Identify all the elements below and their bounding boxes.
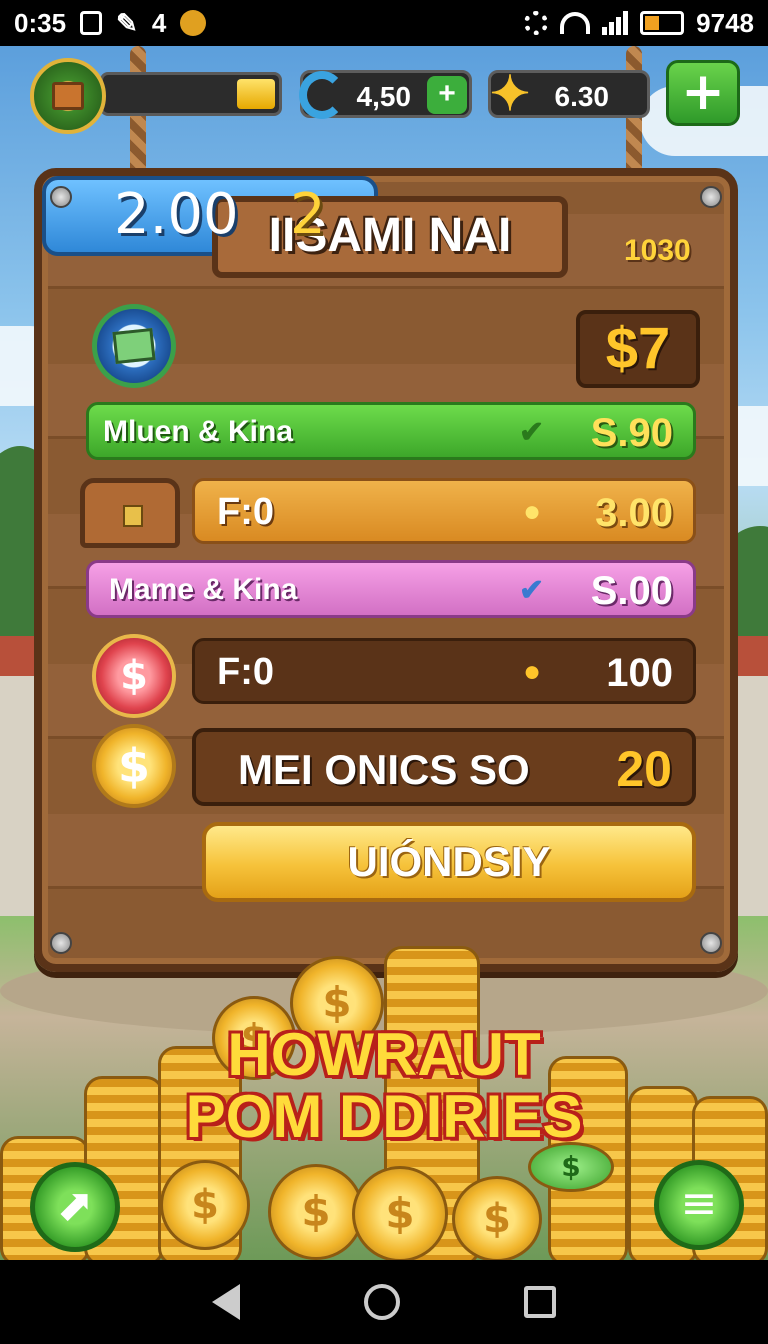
navigation-bar bbox=[0, 1260, 768, 1344]
top-hud: 4,50 + ✦ 6.30 + bbox=[0, 50, 768, 140]
recent-apps-icon[interactable] bbox=[524, 1286, 556, 1318]
menu-icon: ≡ bbox=[680, 1178, 718, 1229]
gold-coin-icon: $ bbox=[92, 724, 176, 808]
clock: 0:35 bbox=[14, 7, 67, 38]
add-gems-button[interactable]: + bbox=[427, 76, 467, 114]
back-icon[interactable] bbox=[212, 1284, 240, 1320]
add-currency-button[interactable]: + bbox=[666, 60, 740, 126]
settings-status-icon bbox=[524, 11, 549, 35]
app-notification-icon bbox=[180, 10, 207, 36]
offer-price: 20 bbox=[616, 741, 672, 797]
battery-text: 9748 bbox=[696, 7, 754, 38]
stars-value: 6.30 bbox=[554, 81, 610, 112]
notification-icon: ✎ bbox=[116, 7, 138, 38]
xp-bar bbox=[100, 72, 282, 116]
coin-dot-icon: ● bbox=[523, 655, 542, 688]
check-icon: ✔ bbox=[519, 574, 545, 607]
bolt bbox=[700, 186, 722, 208]
coin: $ bbox=[352, 1166, 448, 1260]
board-title: IISAMI NAI bbox=[212, 196, 568, 278]
red-coin-icon: $ bbox=[92, 634, 176, 718]
coin-dot-icon: ● bbox=[523, 495, 542, 528]
bolt bbox=[50, 186, 72, 208]
offer-label: Mluen & Kina bbox=[103, 415, 294, 448]
offer-price: 100 bbox=[606, 651, 673, 695]
game-scene: 4,50 + ✦ 6.30 + IISAMI NAI 1030 2.00 2 $… bbox=[0, 46, 768, 1260]
offer-label: F:0 bbox=[217, 491, 274, 533]
blue-value-primary: 2.00 bbox=[114, 182, 239, 247]
offer-row-orange[interactable]: F:0 ● 3.00 bbox=[192, 478, 696, 544]
corner-number: 1030 bbox=[624, 234, 691, 267]
promo-banner: HOWRAUT POM DDIRIES bbox=[0, 1024, 768, 1148]
star-icon: ✦ bbox=[489, 68, 531, 121]
gems-counter: 4,50 + bbox=[299, 70, 472, 119]
offer-row-wide[interactable]: MEI ONICS SO 20 bbox=[192, 728, 696, 806]
promo-line-2: POM DDIRIES bbox=[185, 1083, 583, 1150]
gems-value: 4,50 bbox=[356, 81, 412, 112]
coin: $ bbox=[160, 1160, 250, 1250]
offer-row-pink[interactable]: Mame & Kina ✔ S.00 bbox=[86, 560, 696, 618]
dark-price-tag[interactable]: $7 bbox=[576, 310, 700, 388]
gem-icon bbox=[299, 71, 345, 119]
share-button[interactable]: ⬈ bbox=[30, 1162, 120, 1252]
coin: $ bbox=[452, 1176, 542, 1260]
offer-label: Mame & Kina bbox=[109, 573, 298, 606]
stars-counter: ✦ 6.30 bbox=[488, 68, 650, 121]
offer-row-green[interactable]: Mluen & Kina ✔ S.90 bbox=[86, 402, 696, 460]
treasure-map-icon bbox=[52, 82, 84, 110]
promo-line-1: HOWRAUT bbox=[227, 1021, 541, 1088]
blue-value-secondary: 2 bbox=[290, 182, 326, 247]
offer-row-brown[interactable]: F:0 ● 100 bbox=[192, 638, 696, 704]
share-icon: ⬈ bbox=[56, 1180, 94, 1231]
bolt bbox=[50, 932, 72, 954]
wifi-icon bbox=[560, 12, 591, 34]
offer-price: 3.00 bbox=[595, 491, 673, 535]
offer-label: MEI ONICS SO bbox=[238, 746, 530, 793]
bolt bbox=[700, 932, 722, 954]
clipboard-icon bbox=[92, 304, 176, 388]
main-action-button[interactable]: UIÓNDSIY bbox=[202, 822, 696, 902]
signal-icon bbox=[602, 11, 629, 35]
status-bar: 0:35 ✎ 4 9748 bbox=[0, 0, 768, 46]
shop-board: IISAMI NAI 1030 2.00 2 $7 Mluen & Kina ✔… bbox=[34, 168, 738, 972]
player-avatar[interactable] bbox=[30, 58, 106, 134]
offer-label: F:0 bbox=[217, 651, 274, 693]
coin: $ bbox=[268, 1164, 364, 1260]
battery-icon bbox=[640, 11, 685, 35]
check-icon: ✔ bbox=[519, 416, 545, 449]
home-icon[interactable] bbox=[364, 1284, 400, 1320]
notification-count: 4 bbox=[151, 7, 167, 38]
offer-price: S.90 bbox=[590, 411, 673, 455]
menu-button[interactable]: ≡ bbox=[654, 1160, 744, 1250]
treasure-chest-icon bbox=[80, 478, 180, 548]
sim-icon bbox=[80, 11, 103, 35]
offer-price: S.00 bbox=[590, 569, 673, 613]
